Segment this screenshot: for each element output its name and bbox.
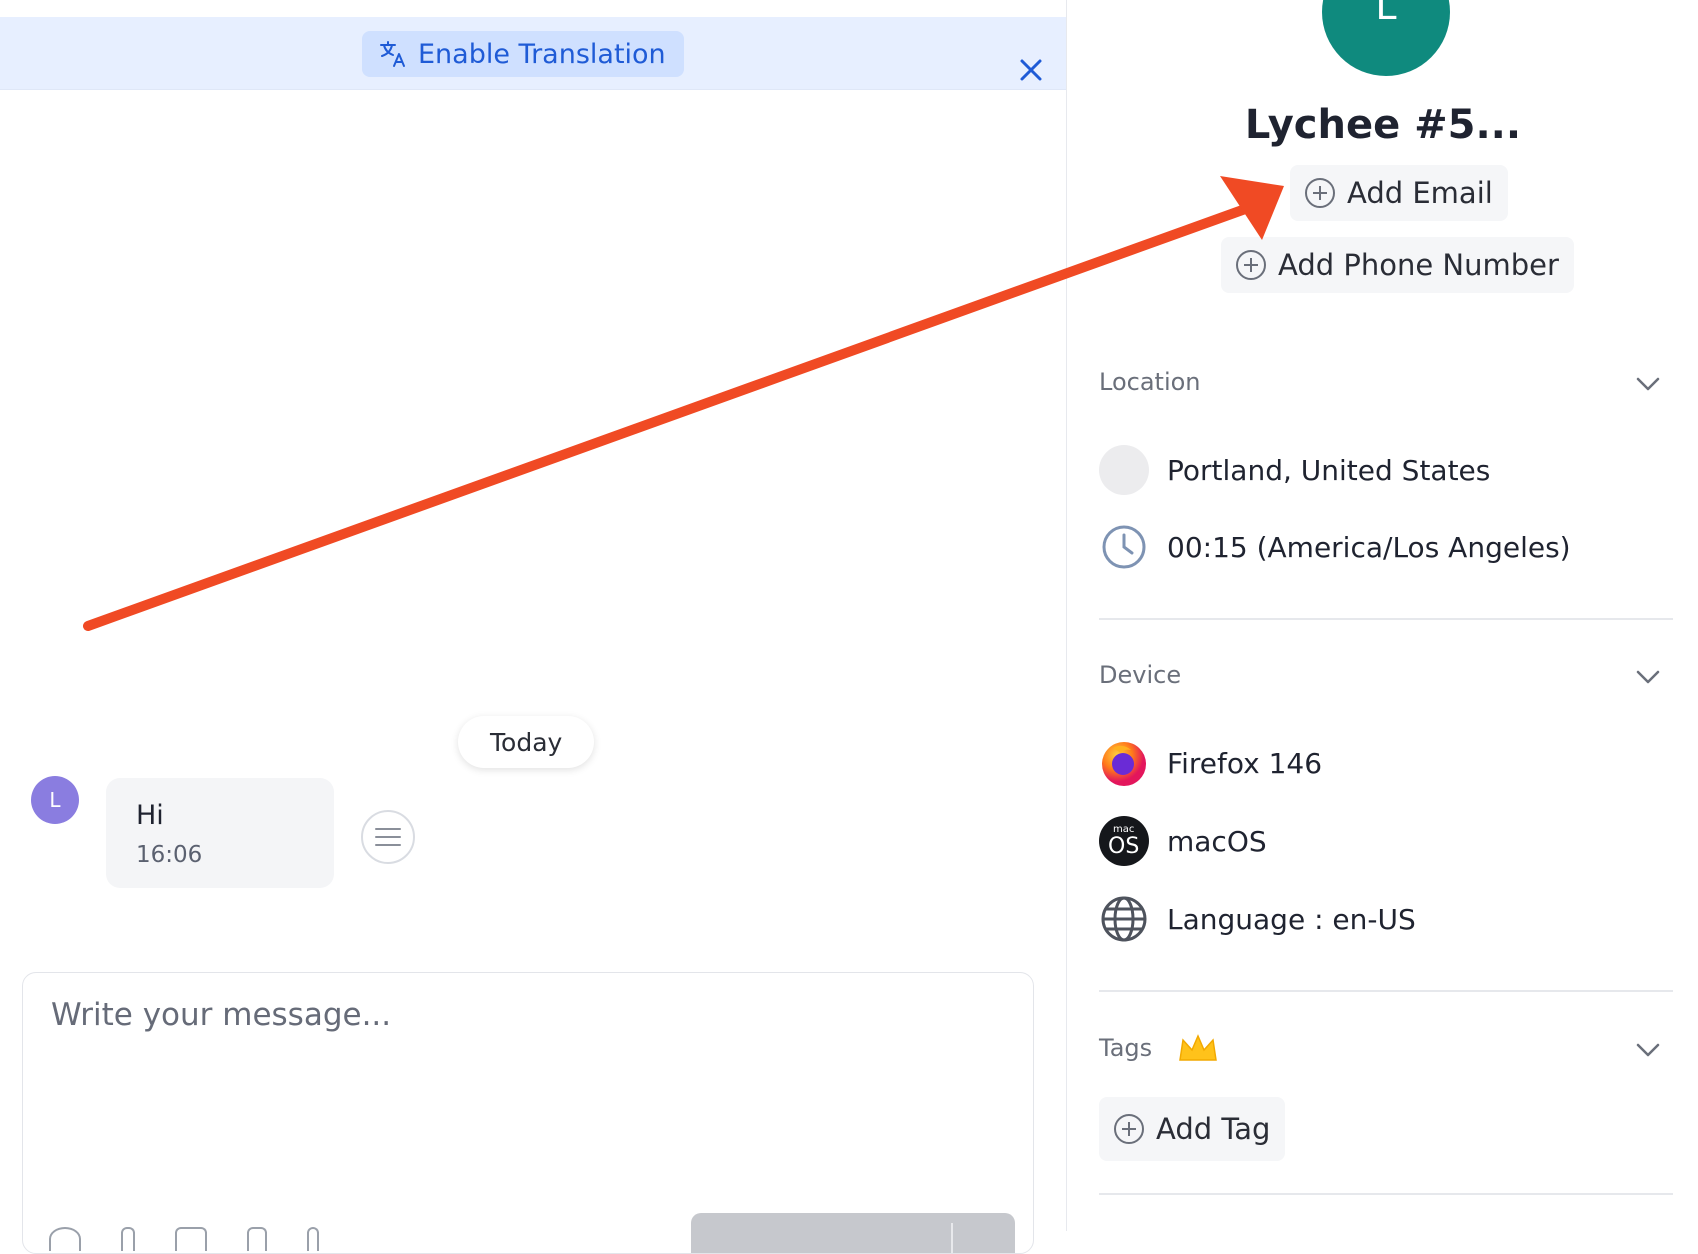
browser-row: Firefox 146 (1099, 738, 1322, 788)
day-label: Today (490, 727, 563, 757)
location-place: Portland, United States (1167, 453, 1491, 487)
add-phone-button[interactable]: Add Phone Number (1221, 237, 1574, 293)
macos-icon: mac OS (1099, 816, 1149, 866)
chevron-down-icon[interactable] (1635, 664, 1661, 690)
divider (1099, 990, 1673, 992)
plus-circle-icon (1236, 250, 1266, 280)
contact-avatar-initial: L (1375, 0, 1397, 28)
send-button[interactable] (691, 1213, 1015, 1253)
avatar: L (31, 776, 79, 824)
browser-name: Firefox 146 (1167, 746, 1323, 780)
message-menu-button[interactable] (361, 810, 415, 864)
chevron-down-icon[interactable] (1635, 1037, 1661, 1063)
add-email-button[interactable]: Add Email (1290, 165, 1508, 221)
divider (1099, 1193, 1673, 1195)
message-composer (22, 972, 1034, 1254)
contact-name: Lychee #5... (1244, 102, 1522, 148)
message-input[interactable] (49, 995, 993, 1159)
close-icon[interactable] (1016, 55, 1046, 85)
add-phone-label: Add Phone Number (1278, 248, 1559, 282)
local-time-row: 00:15 (America/Los Angeles) (1099, 522, 1571, 572)
add-tag-label: Add Tag (1156, 1112, 1271, 1146)
tags-section-title: Tags (1099, 1034, 1218, 1064)
enable-translation-button[interactable]: Enable Translation (362, 31, 684, 77)
contact-avatar: L (1322, 0, 1450, 76)
enable-translation-label: Enable Translation (418, 38, 666, 70)
os-name: macOS (1167, 824, 1267, 858)
globe-icon (1101, 896, 1147, 942)
device-section-title: Device (1099, 661, 1182, 689)
language-row: Language : en-US (1099, 894, 1416, 944)
location-section-title: Location (1099, 368, 1201, 396)
avatar-initial: L (49, 788, 61, 812)
chat-panel: Enable Translation Today L Hi 16:06 (0, 0, 1066, 1254)
clock-icon (1102, 525, 1146, 569)
plus-circle-icon (1305, 178, 1335, 208)
country-flag-icon (1099, 445, 1149, 495)
send-options-divider (951, 1223, 953, 1253)
plus-circle-icon (1114, 1114, 1144, 1144)
add-tag-button[interactable]: Add Tag (1099, 1097, 1286, 1161)
location-place-row: Portland, United States (1099, 445, 1490, 495)
add-email-label: Add Email (1347, 176, 1493, 210)
chevron-down-icon[interactable] (1635, 371, 1661, 397)
message-time: 16:06 (136, 842, 203, 868)
divider (1099, 618, 1673, 620)
contact-sidebar: L Lychee #5... Add Email Add Phone Numbe… (1066, 0, 1698, 1231)
translation-banner: Enable Translation (0, 17, 1066, 90)
translate-icon (380, 41, 405, 67)
menu-icon (375, 828, 401, 846)
crown-icon (1178, 1034, 1217, 1061)
message-text: Hi (136, 800, 164, 831)
os-row: mac OS macOS (1099, 816, 1267, 866)
message-bubble: Hi 16:06 (106, 778, 334, 888)
firefox-icon (1102, 742, 1146, 786)
day-separator: Today (458, 716, 595, 768)
local-time: 00:15 (America/Los Angeles) (1167, 530, 1571, 564)
language: Language : en-US (1167, 902, 1416, 936)
